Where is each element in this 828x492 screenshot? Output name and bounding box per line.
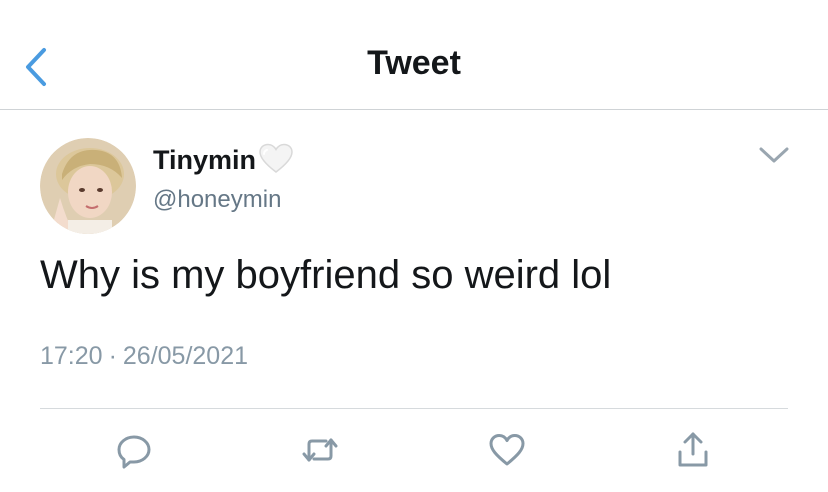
retweet-icon[interactable] bbox=[300, 430, 340, 470]
reply-icon[interactable] bbox=[114, 430, 154, 470]
divider bbox=[40, 408, 788, 409]
chevron-down-icon[interactable] bbox=[757, 144, 791, 166]
display-name[interactable]: Tinymin bbox=[153, 143, 294, 178]
tweet-text: Why is my boyfriend so weird lol bbox=[40, 253, 612, 297]
like-icon[interactable] bbox=[487, 430, 527, 470]
page-title: Tweet bbox=[367, 44, 461, 82]
tweet-time: 17:20 bbox=[40, 342, 103, 370]
white-heart-icon bbox=[258, 143, 294, 175]
top-bar: Tweet bbox=[0, 0, 828, 110]
share-icon[interactable] bbox=[673, 430, 713, 470]
meta-separator: · bbox=[108, 342, 117, 370]
display-name-text: Tinymin bbox=[153, 145, 257, 175]
user-handle[interactable]: @honeymin bbox=[153, 186, 281, 214]
tweet-date: 26/05/2021 bbox=[122, 342, 249, 370]
tweet-timestamp: 17:20 · 26/05/2021 bbox=[40, 342, 248, 371]
avatar[interactable] bbox=[40, 138, 136, 234]
